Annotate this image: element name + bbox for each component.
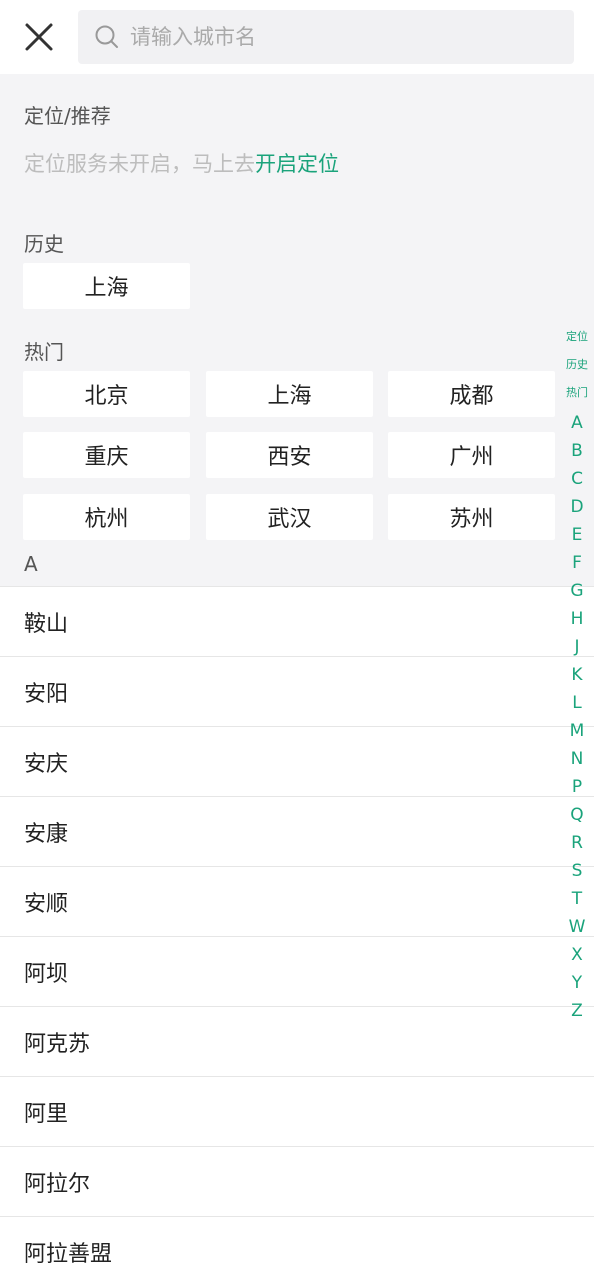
- hot-city-chip[interactable]: 苏州: [388, 494, 555, 540]
- close-icon: [25, 23, 53, 51]
- index-letter[interactable]: D: [560, 497, 594, 517]
- hot-city-chip[interactable]: 北京: [23, 371, 190, 417]
- city-list-item[interactable]: 安阳: [0, 656, 594, 726]
- city-list-item[interactable]: 鞍山: [0, 586, 594, 656]
- index-letter[interactable]: X: [560, 945, 594, 965]
- index-letter[interactable]: B: [560, 441, 594, 461]
- index-item-location[interactable]: 定位: [560, 328, 594, 344]
- search-box[interactable]: [78, 10, 574, 64]
- index-letter[interactable]: C: [560, 469, 594, 489]
- index-letter[interactable]: K: [560, 665, 594, 685]
- index-letter[interactable]: Q: [560, 805, 594, 825]
- city-list-item[interactable]: 安顺: [0, 866, 594, 936]
- index-letter[interactable]: N: [560, 749, 594, 769]
- city-list-item[interactable]: 安庆: [0, 726, 594, 796]
- index-letter[interactable]: J: [560, 637, 594, 657]
- index-letter[interactable]: S: [560, 861, 594, 881]
- search-input[interactable]: [130, 10, 560, 64]
- location-status: 定位服务未开启，马上去开启定位: [24, 148, 339, 178]
- hot-city-chip[interactable]: 广州: [388, 432, 555, 478]
- index-letter[interactable]: W: [560, 917, 594, 937]
- index-letter[interactable]: E: [560, 525, 594, 545]
- hot-section-title: 热门: [24, 340, 64, 364]
- index-letter[interactable]: H: [560, 609, 594, 629]
- hot-city-chip[interactable]: 上海: [206, 371, 373, 417]
- city-list: 鞍山 安阳 安庆 安康 安顺 阿坝 阿克苏 阿里 阿拉尔 阿拉善盟: [0, 586, 594, 1286]
- index-letter[interactable]: M: [560, 721, 594, 741]
- city-list-item[interactable]: 安康: [0, 796, 594, 866]
- index-letter[interactable]: R: [560, 833, 594, 853]
- city-list-item[interactable]: 阿克苏: [0, 1006, 594, 1076]
- location-message: 定位服务未开启，马上去: [24, 152, 255, 176]
- index-letter[interactable]: L: [560, 693, 594, 713]
- index-letter[interactable]: Z: [560, 1001, 594, 1021]
- hot-city-chip[interactable]: 西安: [206, 432, 373, 478]
- hot-city-chip[interactable]: 成都: [388, 371, 555, 417]
- close-button[interactable]: [18, 16, 60, 58]
- header: [0, 0, 594, 74]
- search-icon: [95, 25, 118, 48]
- city-list-item[interactable]: 阿拉尔: [0, 1146, 594, 1216]
- index-letter[interactable]: T: [560, 889, 594, 909]
- city-list-item[interactable]: 阿坝: [0, 936, 594, 1006]
- index-letter[interactable]: Y: [560, 973, 594, 993]
- history-section-title: 历史: [24, 232, 64, 256]
- city-list-item[interactable]: 阿拉善盟: [0, 1216, 594, 1286]
- hot-city-chip[interactable]: 重庆: [23, 432, 190, 478]
- index-letter[interactable]: A: [560, 413, 594, 433]
- hot-city-chip[interactable]: 武汉: [206, 494, 373, 540]
- hot-city-chip[interactable]: 杭州: [23, 494, 190, 540]
- index-item-history[interactable]: 历史: [560, 356, 594, 372]
- index-letter[interactable]: P: [560, 777, 594, 797]
- index-item-hot[interactable]: 热门: [560, 384, 594, 400]
- location-section-title: 定位/推荐: [24, 104, 111, 128]
- city-list-item[interactable]: 阿里: [0, 1076, 594, 1146]
- enable-location-link[interactable]: 开启定位: [255, 152, 339, 176]
- index-letter[interactable]: G: [560, 581, 594, 601]
- index-letter[interactable]: F: [560, 553, 594, 573]
- history-city-chip[interactable]: 上海: [23, 263, 190, 309]
- group-letter-header: A: [24, 552, 38, 576]
